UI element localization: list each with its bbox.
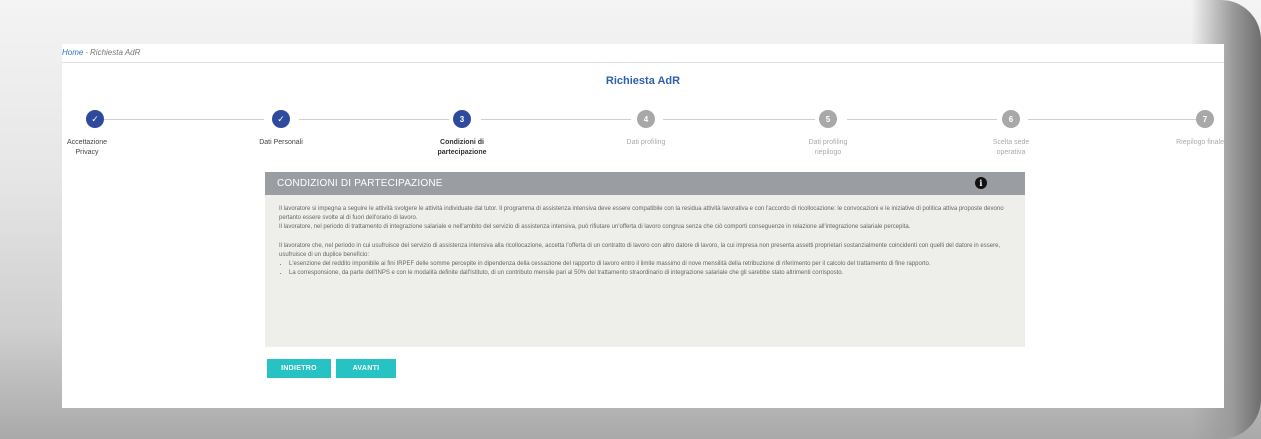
breadcrumb-home-link[interactable]: Home — [62, 48, 83, 57]
panel-body: Il lavoratore si impegna a seguire le at… — [265, 195, 1025, 278]
panel-header: CONDIZIONI DI PARTECIPAZIONE i — [265, 172, 1025, 195]
check-icon: ✓ — [91, 113, 99, 124]
step-number: 4 — [643, 114, 649, 124]
step-connector — [481, 119, 631, 120]
list-item: L'esenzione del reddito imponibile ai fi… — [289, 260, 1011, 269]
benefits-list: L'esenzione del reddito imponibile ai fi… — [279, 260, 1011, 278]
step-6-scelta-sede: 6 — [1002, 110, 1020, 128]
list-item: La corresponsione, da parte dell'INPS e … — [289, 269, 1011, 278]
step-label: Scelta sede operativa — [992, 139, 1030, 156]
step-label: Dati profiling riepilogo — [808, 139, 848, 156]
panel-title: CONDIZIONI DI PARTECIPAZIONE — [277, 178, 443, 189]
check-icon: ✓ — [277, 113, 285, 124]
breadcrumb: Home - Richiesta AdR — [62, 48, 140, 57]
step-7-riepilogo-finale: 7 — [1196, 110, 1214, 128]
conditions-paragraph: Il lavoratore che, nel periodo in cui us… — [279, 243, 1001, 258]
step-connector — [847, 119, 997, 120]
step-4-dati-profiling: 4 — [637, 110, 655, 128]
conditions-paragraph: Il lavoratore, nel periodo di trattament… — [279, 224, 911, 230]
info-icon[interactable]: i — [975, 177, 987, 189]
step-connector — [663, 119, 815, 120]
step-number: 5 — [825, 114, 831, 124]
step-5-dati-profiling-riepilogo: 5 — [819, 110, 837, 128]
step-label: Accettazione Privacy — [66, 139, 108, 156]
step-number: 3 — [459, 114, 465, 124]
step-connector — [1028, 119, 1196, 120]
step-label-active: Condizioni di partecipazione — [437, 139, 487, 156]
divider — [62, 62, 1224, 63]
step-connector — [299, 119, 449, 120]
step-label: Dati Personali — [259, 139, 303, 146]
step-connector — [104, 119, 264, 120]
conditions-paragraph: Il lavoratore si impegna a seguire le at… — [279, 206, 1004, 221]
step-3-condizioni[interactable]: 3 — [453, 110, 471, 128]
wizard-stepper: ✓ ✓ 3 4 5 6 7 Accettazione Privacy Dati … — [62, 102, 1224, 162]
step-number: 7 — [1202, 114, 1208, 124]
breadcrumb-separator: - — [85, 48, 89, 57]
page-title: Richiesta AdR — [605, 75, 681, 87]
app-screen: Home - Richiesta AdR Richiesta AdR ✓ ✓ 3 4… — [62, 44, 1224, 408]
back-button[interactable]: INDIETRO — [267, 359, 331, 378]
step-label: Riepilogo finale — [1176, 139, 1224, 146]
breadcrumb-current: Richiesta AdR — [90, 48, 141, 57]
step-2-dati-personali[interactable]: ✓ — [272, 110, 290, 128]
next-button[interactable]: AVANTI — [336, 359, 396, 378]
step-1-accettazione-privacy[interactable]: ✓ — [86, 110, 104, 128]
step-number: 6 — [1008, 114, 1014, 124]
conditions-panel: CONDIZIONI DI PARTECIPAZIONE i Il lavora… — [265, 172, 1025, 347]
step-label: Dati profiling — [626, 139, 666, 146]
